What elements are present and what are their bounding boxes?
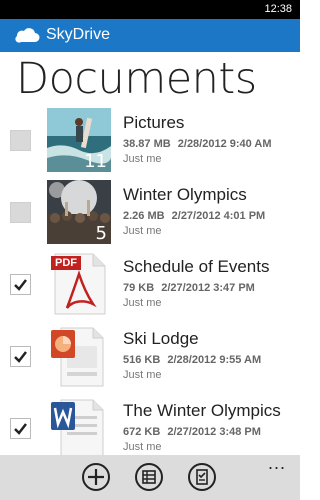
checkmark-icon [14, 423, 27, 435]
view-list-button[interactable] [135, 463, 163, 491]
checkmark-icon [14, 279, 27, 291]
add-button[interactable] [82, 463, 110, 491]
item-owner: Just me [123, 225, 162, 237]
list-item[interactable]: 11 Pictures 38.87 MB 2/28/2012 9:40 AM J… [0, 108, 300, 178]
item-title: Schedule of Events [123, 257, 270, 276]
status-bar: 12:38 [0, 0, 300, 19]
item-size: 2.26 MB [123, 210, 165, 222]
list-item[interactable]: PDF Schedule of Events 79 KB 2/27/2012 3… [0, 252, 300, 322]
item-owner: Just me [123, 153, 162, 165]
item-size: 672 KB [123, 426, 161, 438]
item-meta: 516 KB 2/28/2012 9:55 AM [123, 354, 261, 366]
plus-icon [88, 469, 104, 485]
select-checkbox[interactable] [10, 274, 31, 295]
photo-surfer: 11 [47, 108, 111, 172]
item-meta: 38.87 MB 2/28/2012 9:40 AM [123, 138, 272, 150]
item-size: 38.87 MB [123, 138, 171, 150]
item-meta: 79 KB 2/27/2012 3:47 PM [123, 282, 255, 294]
item-owner: Just me [123, 369, 162, 381]
item-title: Pictures [123, 113, 185, 132]
checklist-icon [196, 469, 208, 485]
checkmark-icon [14, 351, 27, 363]
photo-count: 11 [84, 151, 107, 172]
list-view-icon [142, 470, 156, 484]
item-date: 2/27/2012 3:47 PM [161, 282, 255, 294]
item-meta: 672 KB 2/27/2012 3:48 PM [123, 426, 261, 438]
app-header: SkyDrive [0, 19, 300, 52]
powerpoint-file-icon [47, 324, 111, 388]
item-size: 516 KB [123, 354, 161, 366]
pdf-badge: PDF [55, 257, 77, 269]
item-title: Ski Lodge [123, 329, 199, 348]
item-date: 2/28/2012 9:55 AM [167, 354, 262, 366]
item-size: 79 KB [123, 282, 155, 294]
select-checkbox[interactable] [10, 130, 31, 151]
photo-crowd: 5 [47, 180, 111, 244]
item-owner: Just me [123, 441, 162, 453]
item-owner: Just me [123, 297, 162, 309]
select-checkbox[interactable] [10, 346, 31, 367]
page-title: Documents [16, 54, 257, 104]
list-item[interactable]: 5 Winter Olympics 2.26 MB 2/27/2012 4:01… [0, 180, 300, 250]
app-name: SkyDrive [46, 26, 111, 43]
clock: 12:38 [264, 3, 292, 15]
item-meta: 2.26 MB 2/27/2012 4:01 PM [123, 210, 265, 222]
more-button[interactable]: ... [268, 453, 286, 474]
app-bar: ... [0, 453, 300, 500]
cloud-icon [15, 28, 40, 43]
list-item[interactable]: Ski Lodge 516 KB 2/28/2012 9:55 AM Just … [0, 324, 300, 394]
item-title: Winter Olympics [123, 185, 247, 204]
select-checkbox[interactable] [10, 202, 31, 223]
item-date: 2/27/2012 3:48 PM [167, 426, 261, 438]
select-button[interactable] [188, 463, 216, 491]
word-file-icon [47, 396, 111, 460]
pdf-file-icon: PDF [47, 252, 111, 316]
item-date: 2/27/2012 4:01 PM [171, 210, 266, 222]
item-date: 2/28/2012 9:40 AM [177, 138, 272, 150]
item-title: The Winter Olympics [123, 401, 281, 420]
select-checkbox[interactable] [10, 418, 31, 439]
photo-count: 5 [95, 223, 107, 244]
